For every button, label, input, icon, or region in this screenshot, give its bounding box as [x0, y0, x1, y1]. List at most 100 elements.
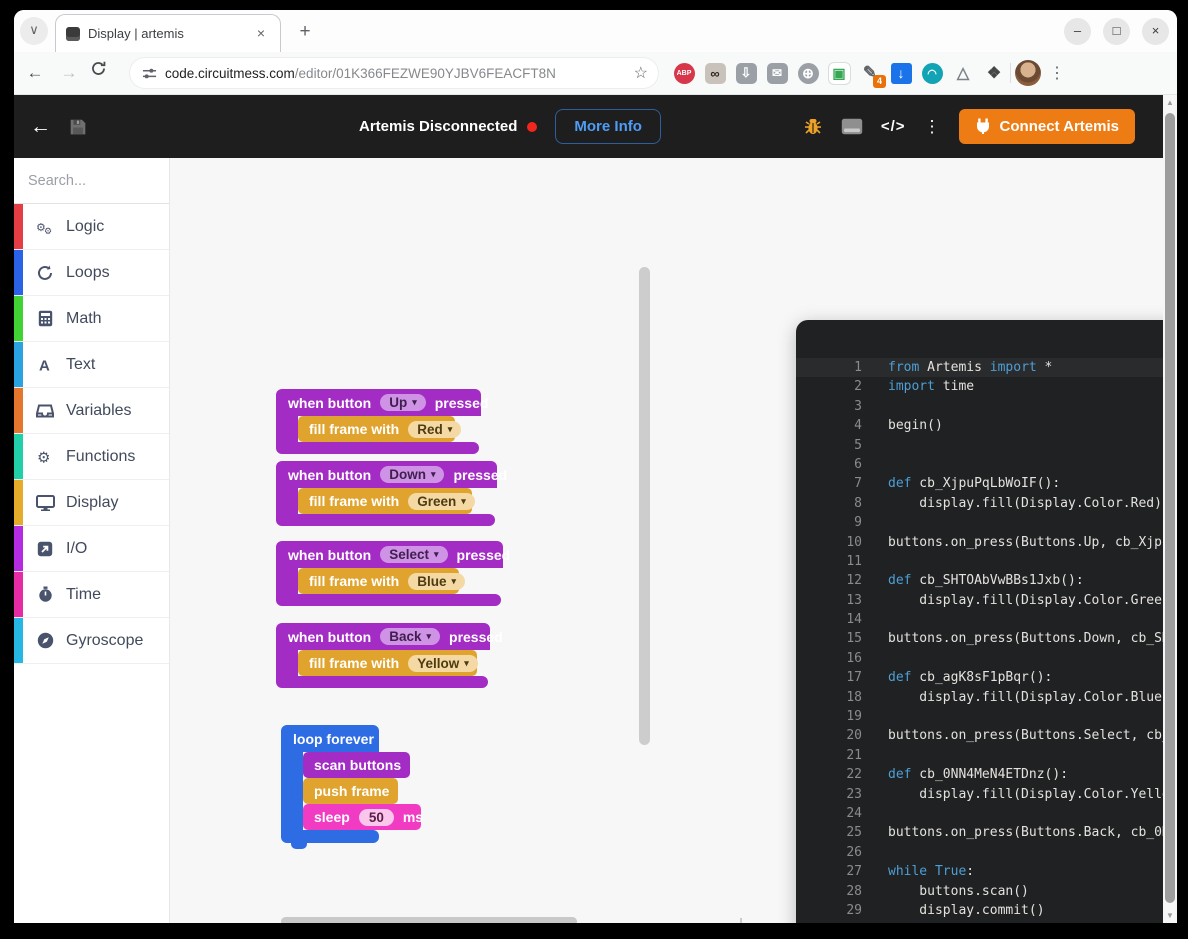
- color-dropdown[interactable]: Red▾: [408, 421, 461, 438]
- workspace-canvas[interactable]: when buttonUp▾pressedfill frame withRed▾…: [170, 158, 1177, 923]
- line-number: 23: [796, 785, 862, 804]
- sleep-duration-field[interactable]: 50: [359, 809, 394, 826]
- bookmark-star-icon[interactable]: ☆: [634, 63, 648, 83]
- code-line: 30 time.sleep_ms(50): [796, 920, 1177, 923]
- fill-frame-block[interactable]: fill frame withRed▾: [298, 416, 455, 442]
- fill-frame-block[interactable]: fill frame withBlue▾: [298, 568, 459, 594]
- search-input[interactable]: [28, 173, 148, 189]
- code-line: 4begin(): [796, 416, 1177, 435]
- sidebar-item-logic[interactable]: ⚙⚙Logic: [14, 204, 169, 250]
- sidebar-item-time[interactable]: Time: [14, 572, 169, 618]
- display-preview-icon[interactable]: [841, 118, 863, 135]
- code-view-icon[interactable]: </>: [881, 118, 906, 135]
- sidebar-item-display[interactable]: Display: [14, 480, 169, 526]
- color-dropdown[interactable]: Green▾: [408, 493, 475, 510]
- sidebar-item-functions[interactable]: ⚙Functions: [14, 434, 169, 480]
- when-button-hat[interactable]: when buttonDown▾pressed: [276, 461, 497, 488]
- line-number: 21: [796, 746, 862, 765]
- teal-ball-icon[interactable]: ◠: [920, 61, 944, 85]
- when-button-hat[interactable]: when buttonSelect▾pressed: [276, 541, 503, 568]
- event-block-select[interactable]: when buttonSelect▾pressedfill frame with…: [276, 541, 503, 606]
- tab-close-icon[interactable]: ×: [252, 25, 270, 43]
- fill-frame-block[interactable]: fill frame withYellow▾: [298, 650, 477, 676]
- scroll-down-icon[interactable]: ▼: [1163, 911, 1177, 920]
- loop-forever-hat[interactable]: loop forever: [281, 725, 379, 752]
- color-dropdown[interactable]: Yellow▾: [408, 655, 478, 672]
- url-host: code.circuitmess.com: [165, 66, 295, 81]
- code-line: 26: [796, 843, 1177, 862]
- favicon-icon: [66, 27, 80, 41]
- event-block-up[interactable]: when buttonUp▾pressedfill frame withRed▾: [276, 389, 481, 454]
- code-line: 24: [796, 804, 1177, 823]
- when-button-hat[interactable]: when buttonBack▾pressed: [276, 623, 490, 650]
- sleep-block[interactable]: sleep50ms: [303, 804, 421, 830]
- event-block-back[interactable]: when buttonBack▾pressedfill frame withYe…: [276, 623, 490, 688]
- bug-report-icon[interactable]: [803, 117, 823, 136]
- address-bar[interactable]: code.circuitmess.com/editor/01K366FEZWE9…: [130, 58, 658, 88]
- tab-display-artemis[interactable]: Display | artemis ×: [55, 14, 281, 52]
- sidebar-item-label: Math: [66, 310, 102, 328]
- code-line: 5: [796, 436, 1177, 455]
- new-tab-button[interactable]: +: [292, 19, 318, 45]
- more-info-button[interactable]: More Info: [555, 109, 661, 144]
- connect-artemis-button[interactable]: Connect Artemis: [959, 109, 1135, 144]
- minimize-button[interactable]: –: [1064, 18, 1091, 45]
- mask-icon[interactable]: ∞: [703, 61, 727, 85]
- sidebar-item-label: Text: [66, 356, 95, 374]
- button-dropdown[interactable]: Up▾: [380, 394, 426, 411]
- tab-search-chevron-icon[interactable]: ∨: [20, 17, 48, 45]
- code-listing[interactable]: 1from Artemis import *2import time34begi…: [796, 358, 1177, 923]
- forward-icon[interactable]: →: [56, 60, 82, 86]
- globe-icon[interactable]: ⊕: [796, 61, 820, 85]
- annotate-pencil-icon[interactable]: ✎4: [858, 61, 882, 85]
- event-block-down[interactable]: when buttonDown▾pressedfill frame withGr…: [276, 461, 497, 526]
- scroll-up-icon[interactable]: ▲: [1163, 98, 1177, 107]
- editor-back-icon[interactable]: ←: [30, 115, 51, 139]
- extensions-puzzle-icon[interactable]: ❖: [982, 61, 1006, 85]
- sidebar-item-io[interactable]: I/O: [14, 526, 169, 572]
- button-dropdown[interactable]: Select▾: [380, 546, 447, 563]
- triangle-tool-icon[interactable]: △: [951, 61, 975, 85]
- code-text: buttons.on_press(Buttons.Down, cb_SHTOAb…: [888, 629, 1177, 648]
- site-settings-icon[interactable]: [142, 66, 157, 81]
- photos-icon[interactable]: ▣: [827, 61, 851, 85]
- sidebar-item-math[interactable]: Math: [14, 296, 169, 342]
- back-icon[interactable]: ←: [22, 60, 48, 86]
- sidebar-item-label: Logic: [66, 218, 104, 236]
- editor-menu-icon[interactable]: ⋮: [924, 117, 941, 137]
- line-number: 14: [796, 610, 862, 629]
- stopwatch-icon: [34, 586, 56, 603]
- sidebar-item-gyroscope[interactable]: Gyroscope: [14, 618, 169, 664]
- button-dropdown[interactable]: Back▾: [380, 628, 440, 645]
- sidebar-item-loops[interactable]: Loops: [14, 250, 169, 296]
- page-scrollbar[interactable]: ▲ ▼: [1163, 95, 1177, 923]
- canvas-horizontal-scrollbar[interactable]: [281, 917, 577, 923]
- scan-buttons-block[interactable]: scan buttons: [303, 752, 410, 778]
- downloader-icon[interactable]: ↓: [889, 61, 913, 85]
- loop-forever-block[interactable]: loop foreverscan buttonspush framesleep5…: [281, 725, 421, 849]
- loop-body-row: scan buttons: [281, 752, 421, 778]
- button-dropdown[interactable]: Down▾: [380, 466, 444, 483]
- adblock-plus-icon[interactable]: ABP: [672, 61, 696, 85]
- line-number: 24: [796, 804, 862, 823]
- close-button[interactable]: ×: [1142, 18, 1169, 45]
- browser-menu-icon[interactable]: ⋮: [1049, 63, 1065, 83]
- maximize-button[interactable]: □: [1103, 18, 1130, 45]
- line-number: 18: [796, 688, 862, 707]
- push-frame-block[interactable]: push frame: [303, 778, 398, 804]
- sidebar-item-text[interactable]: AText: [14, 342, 169, 388]
- sidebar-item-variables[interactable]: Variables: [14, 388, 169, 434]
- save-icon[interactable]: [69, 118, 87, 136]
- line-chat-icon[interactable]: ✉: [765, 61, 789, 85]
- color-dropdown[interactable]: Blue▾: [408, 573, 465, 590]
- page-scrollbar-thumb[interactable]: [1165, 113, 1175, 903]
- badge-count: 4: [873, 75, 886, 88]
- fill-frame-block[interactable]: fill frame withGreen▾: [298, 488, 472, 514]
- code-line: 9: [796, 513, 1177, 532]
- when-button-hat[interactable]: when buttonUp▾pressed: [276, 389, 481, 416]
- download-tray-icon[interactable]: ⇩: [734, 61, 758, 85]
- profile-avatar[interactable]: [1015, 60, 1041, 86]
- reload-icon[interactable]: [90, 60, 116, 86]
- downloader-icon-face: ↓: [891, 63, 912, 84]
- canvas-vertical-scrollbar[interactable]: [639, 267, 650, 745]
